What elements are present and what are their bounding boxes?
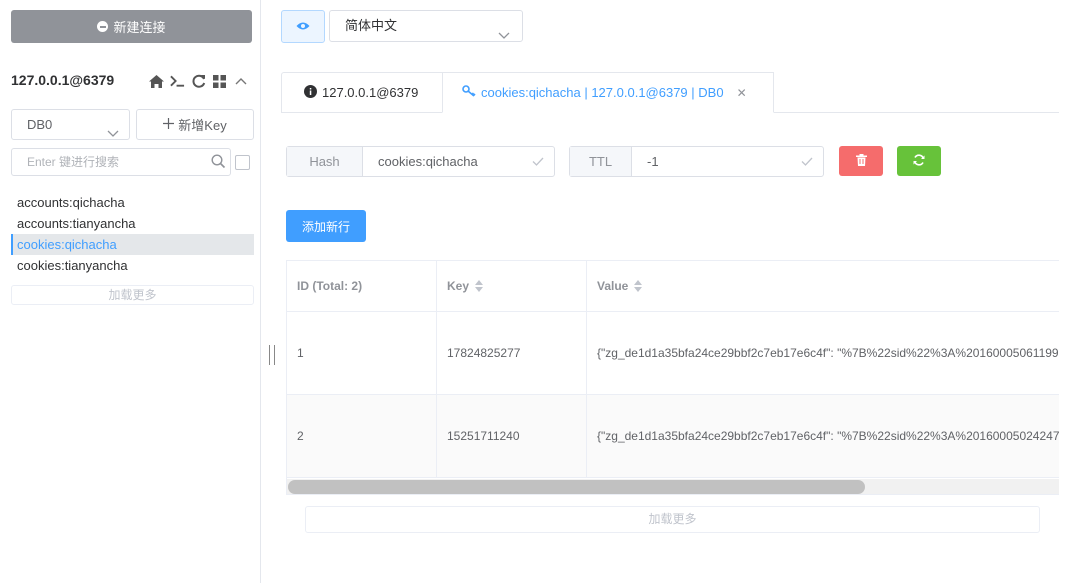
new-connection-button[interactable]: 新建连接 [11,10,252,43]
scrollbar-thumb[interactable] [288,480,865,494]
plus-icon [163,117,175,132]
cell-key: 15251711240 [437,395,587,477]
key-list-item[interactable]: accounts:tianyancha [11,213,254,234]
table-row[interactable]: 2 15251711240 {"zg_de1d1a35bfa24ce29bbf2… [287,395,1059,478]
new-connection-label: 新建连接 [113,20,166,35]
load-more-keys-button[interactable]: 加载更多 [11,285,254,305]
refresh-icon[interactable] [191,73,206,89]
connection-sidebar: 新建连接 127.0.0.1@6379 DB0 新增Key Enter 键进行搜… [0,0,261,583]
check-icon[interactable] [532,147,544,176]
column-header-value[interactable]: Value [587,261,1059,311]
chevron-down-icon [498,21,510,51]
refresh-key-button[interactable] [897,146,941,176]
connection-title[interactable]: 127.0.0.1@6379 [11,72,114,88]
sidebar-resize-handle[interactable] [269,345,275,365]
key-list: accounts:qichacha accounts:tianyancha co… [11,192,254,276]
tab-bar: 127.0.0.1@6379 cookies:qichacha | 127.0.… [281,72,1059,113]
grid-icon[interactable] [212,73,227,89]
new-key-button[interactable]: 新增Key [136,109,254,140]
db-select[interactable]: DB0 [11,109,130,140]
key-type-label: Hash [287,147,363,176]
language-select-value: 简体中文 [345,18,398,33]
refresh-icon [913,153,925,169]
new-key-label: 新增Key [178,118,227,133]
cell-id: 1 [287,312,437,394]
load-more-rows-button[interactable]: 加载更多 [305,506,1040,533]
eye-icon [296,19,310,34]
key-list-item[interactable]: accounts:qichacha [11,192,254,213]
cell-key: 17824825277 [437,312,587,394]
ttl-group: TTL -1 [569,146,824,177]
check-icon[interactable] [801,147,813,176]
column-header-label: Value [597,279,629,293]
minus-circle-icon [97,21,109,32]
ttl-value: -1 [647,154,659,169]
hash-table: ID (Total: 2) Key Value 1 17824825277 {"… [286,260,1059,495]
cell-value: {"zg_de1d1a35bfa24ce29bbf2c7eb17e6c4f": … [587,395,1059,477]
delete-key-button[interactable] [839,146,883,176]
tab-connection[interactable]: 127.0.0.1@6379 [281,72,443,113]
cell-id: 2 [287,395,437,477]
key-name-group: Hash cookies:qichacha [286,146,555,177]
home-icon[interactable] [149,73,164,89]
search-icon[interactable] [211,154,226,172]
toggle-view-button[interactable] [281,10,325,43]
column-header-label: Key [447,279,470,293]
cell-value: {"zg_de1d1a35bfa24ce29bbf2c7eb17e6c4f": … [587,312,1059,394]
tab-label: cookies:qichacha | 127.0.0.1@6379 | DB0 [481,85,724,100]
sort-icon[interactable] [634,280,643,292]
key-name-input[interactable]: cookies:qichacha [363,147,554,176]
info-icon [304,84,317,101]
ttl-label: TTL [570,147,632,176]
trash-icon [855,153,867,169]
sort-icon[interactable] [475,280,484,292]
key-icon [462,85,476,100]
column-header-key[interactable]: Key [437,261,587,311]
tab-label: 127.0.0.1@6379 [322,85,419,100]
horizontal-scrollbar[interactable] [287,479,1059,494]
key-name-value: cookies:qichacha [378,154,478,169]
exact-match-checkbox[interactable] [235,155,250,170]
db-select-value: DB0 [27,117,53,132]
ttl-input[interactable]: -1 [632,147,823,176]
key-list-item-active[interactable]: cookies:qichacha [11,234,254,255]
chevron-down-icon [107,119,119,148]
language-select[interactable]: 简体中文 [329,10,523,42]
tab-key-detail[interactable]: cookies:qichacha | 127.0.0.1@6379 | DB0 … [442,72,774,113]
terminal-icon[interactable] [170,73,185,89]
key-search-input[interactable] [11,148,231,176]
column-header-id: ID (Total: 2) [287,261,437,311]
chevron-up-icon[interactable] [233,73,248,89]
connection-actions [149,72,248,90]
table-header: ID (Total: 2) Key Value [287,261,1059,312]
column-header-label: ID (Total: 2) [297,279,363,293]
key-list-item[interactable]: cookies:tianyancha [11,255,254,276]
add-row-button[interactable]: 添加新行 [286,210,366,242]
table-row[interactable]: 1 17824825277 {"zg_de1d1a35bfa24ce29bbf2… [287,312,1059,395]
close-icon[interactable]: ✕ [737,86,747,100]
